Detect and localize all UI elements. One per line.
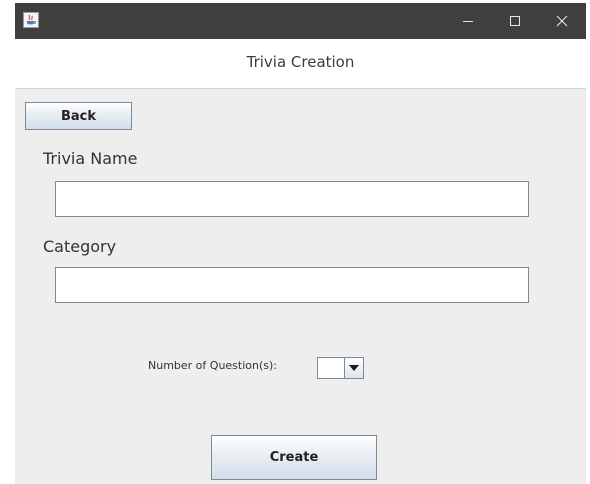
- category-field[interactable]: [55, 267, 529, 303]
- header-panel: Trivia Creation: [15, 39, 586, 89]
- title-bar[interactable]: [15, 3, 586, 39]
- application-window: Trivia Creation Back Trivia Name Categor…: [15, 3, 586, 484]
- trivia-name-label: Trivia Name: [43, 149, 138, 168]
- page-title: Trivia Creation: [246, 53, 355, 71]
- minimize-icon: [463, 21, 473, 22]
- back-button[interactable]: Back: [25, 102, 132, 130]
- java-icon[interactable]: [23, 12, 39, 28]
- close-icon: [556, 15, 568, 27]
- trivia-name-field[interactable]: [55, 181, 529, 217]
- dropdown-arrow-button[interactable]: [344, 358, 363, 378]
- num-questions-dropdown[interactable]: [317, 357, 364, 379]
- maximize-icon: [510, 16, 520, 26]
- maximize-button[interactable]: [492, 3, 538, 39]
- num-questions-label: Number of Question(s):: [148, 359, 278, 372]
- chevron-down-icon: [349, 365, 359, 371]
- close-button[interactable]: [539, 3, 585, 39]
- minimize-button[interactable]: [445, 3, 491, 39]
- category-label: Category: [43, 237, 117, 256]
- create-button[interactable]: Create: [211, 435, 377, 480]
